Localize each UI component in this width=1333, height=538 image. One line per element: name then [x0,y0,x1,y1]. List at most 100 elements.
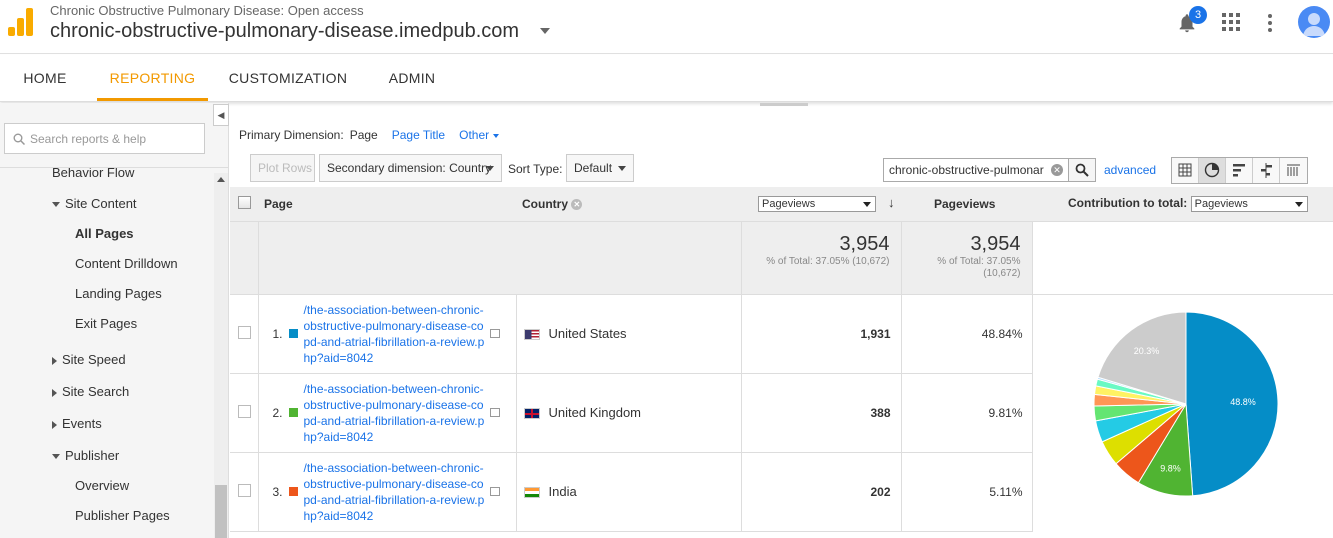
analytics-logo-icon[interactable] [8,8,34,36]
sidebar-item-site-speed[interactable]: Site Speed [52,352,126,367]
pivot-view-icon[interactable] [1280,158,1307,183]
sidebar-menu: Behavior Flow Site Content All Pages Con… [0,168,214,538]
open-external-icon[interactable] [489,329,500,338]
total-pageviews: 3,954 [839,232,890,255]
main-nav: HOME REPORTING CUSTOMIZATION ADMIN [0,55,1333,102]
totals-row: 3,954% of Total: 37.05% (10,672) 3,954% … [230,221,1333,295]
column-header-pageviews[interactable]: Pageviews [901,187,1032,222]
metric-select[interactable]: Pageviews [758,196,876,213]
tab-home[interactable]: HOME [16,55,74,101]
advanced-filter-link[interactable]: advanced [1104,163,1156,177]
chevron-down-icon[interactable] [540,28,550,34]
pie-view-icon[interactable] [1199,158,1226,183]
contribution-pie-chart: 48.8% 9.8% 20.3% [1093,311,1279,497]
search-input[interactable]: Search reports & help [4,123,205,154]
india-flag-icon [523,487,540,499]
row-checkbox[interactable] [238,404,251,418]
total-pageviews-2: 3,954 [970,232,1021,255]
row-index: 2. [272,405,283,420]
chevron-down-icon [1294,201,1303,207]
chevron-down-icon [493,133,500,138]
contribution-select[interactable]: Pageviews [1190,195,1308,212]
sidebar-item-site-content[interactable]: Site Content [52,196,137,211]
search-placeholder: Search reports & help [30,132,147,146]
row-pageviews: 1,931 [740,294,901,374]
collapsed-caret-icon [52,388,57,397]
tab-admin[interactable]: ADMIN [380,55,444,101]
table-filter-input[interactable]: chronic-obstructive-pulmonar ✕ [883,158,1069,182]
row-checkbox[interactable] [238,483,251,497]
column-header-page[interactable]: Page [258,187,516,222]
pie-slice-label: 9.8% [1160,463,1181,473]
scrollbar-thumb[interactable] [215,485,227,538]
series-color-swatch [288,487,298,496]
country-name[interactable]: United Kingdom [549,405,642,420]
collapsed-caret-icon [52,356,57,365]
sidebar-item-behavior-flow[interactable]: Behavior Flow [52,168,134,180]
drag-handle[interactable] [760,103,808,106]
performance-view-icon[interactable] [1226,158,1253,183]
sidebar-item-publisher-pages[interactable]: Publisher Pages [75,508,170,523]
scroll-up-icon[interactable] [217,177,225,182]
tab-customization[interactable]: CUSTOMIZATION [224,55,352,101]
sidebar-item-site-search[interactable]: Site Search [52,384,129,399]
collapsed-caret-icon [52,420,57,429]
metric-select-header: Pageviews ↓ [741,187,901,222]
series-color-swatch [288,408,298,417]
primary-dimension-label: Primary Dimension: [239,128,344,142]
search-icon [1075,163,1089,177]
chevron-down-icon [863,202,871,208]
sidebar-item-content-drilldown[interactable]: Content Drilldown [75,256,178,271]
primary-dimension-page-title-link[interactable]: Page Title [392,128,445,142]
select-all-checkbox[interactable] [238,195,251,209]
sidebar-item-overview[interactable]: Overview [75,478,129,493]
country-name[interactable]: India [549,484,577,499]
sidebar-item-all-pages[interactable]: All Pages [75,226,134,241]
open-external-icon[interactable] [489,408,500,417]
row-index: 3. [272,484,283,499]
country-name[interactable]: United States [549,326,627,341]
more-vert-icon[interactable] [1266,12,1274,34]
sidebar-item-exit-pages[interactable]: Exit Pages [75,316,137,331]
comparison-view-icon[interactable] [1253,158,1280,183]
sidebar-item-events[interactable]: Events [52,416,102,431]
plot-rows-button[interactable]: Plot Rows [250,154,315,182]
us-flag-icon [523,329,540,341]
avatar[interactable] [1298,6,1330,38]
open-external-icon[interactable] [489,487,500,496]
apps-grid-icon[interactable] [1222,13,1240,31]
total-count-2: (10,672) [983,267,1021,279]
secondary-dimension-select[interactable]: Secondary dimension: Country [319,154,502,182]
tab-reporting[interactable]: REPORTING [97,55,208,101]
page-link[interactable]: /the-association-between-chronic-obstruc… [304,302,488,366]
report-panel: Primary Dimension: Page Page Title Other Pl… [230,103,1333,538]
filter-search-button[interactable] [1068,158,1096,182]
row-index: 1. [272,326,283,341]
page-link[interactable]: /the-association-between-chronic-obstruc… [304,460,488,524]
sort-desc-icon[interactable]: ↓ [888,195,895,210]
chevron-down-icon [618,166,626,171]
row-checkbox[interactable] [238,325,251,339]
sidebar-item-landing-pages[interactable]: Landing Pages [75,286,162,301]
row-percent: 5.11% [900,452,1032,532]
total-percent-2: % of Total: 37.05% [937,255,1021,267]
row-percent: 48.84% [900,294,1032,374]
account-name: Chronic Obstructive Pulmonary Disease: O… [50,3,364,18]
app-header: Chronic Obstructive Pulmonary Disease: O… [0,0,1333,54]
total-percent: % of Total: 37.05% (10,672) [766,255,890,267]
sidebar-scrollbar[interactable] [214,173,228,538]
column-header-country[interactable]: Country ✕ [516,187,741,222]
table-view-icon[interactable] [1172,158,1199,183]
remove-dimension-icon[interactable]: ✕ [571,199,583,211]
clear-icon[interactable]: ✕ [1051,164,1063,176]
notification-badge: 3 [1189,6,1207,24]
sidebar-item-publisher[interactable]: Publisher [52,448,119,463]
row-pageviews: 202 [740,452,901,532]
property-selector[interactable]: chronic-obstructive-pulmonary-disease.im… [50,20,519,43]
sort-type-label: Sort Type: [508,162,563,176]
sort-type-select[interactable]: Default [566,154,634,182]
collapse-sidebar-button[interactable]: ◀ [213,104,229,126]
page-link[interactable]: /the-association-between-chronic-obstruc… [304,381,488,445]
pie-slice-label: 20.3% [1134,346,1160,356]
primary-dimension-other-link[interactable]: Other [459,128,500,142]
